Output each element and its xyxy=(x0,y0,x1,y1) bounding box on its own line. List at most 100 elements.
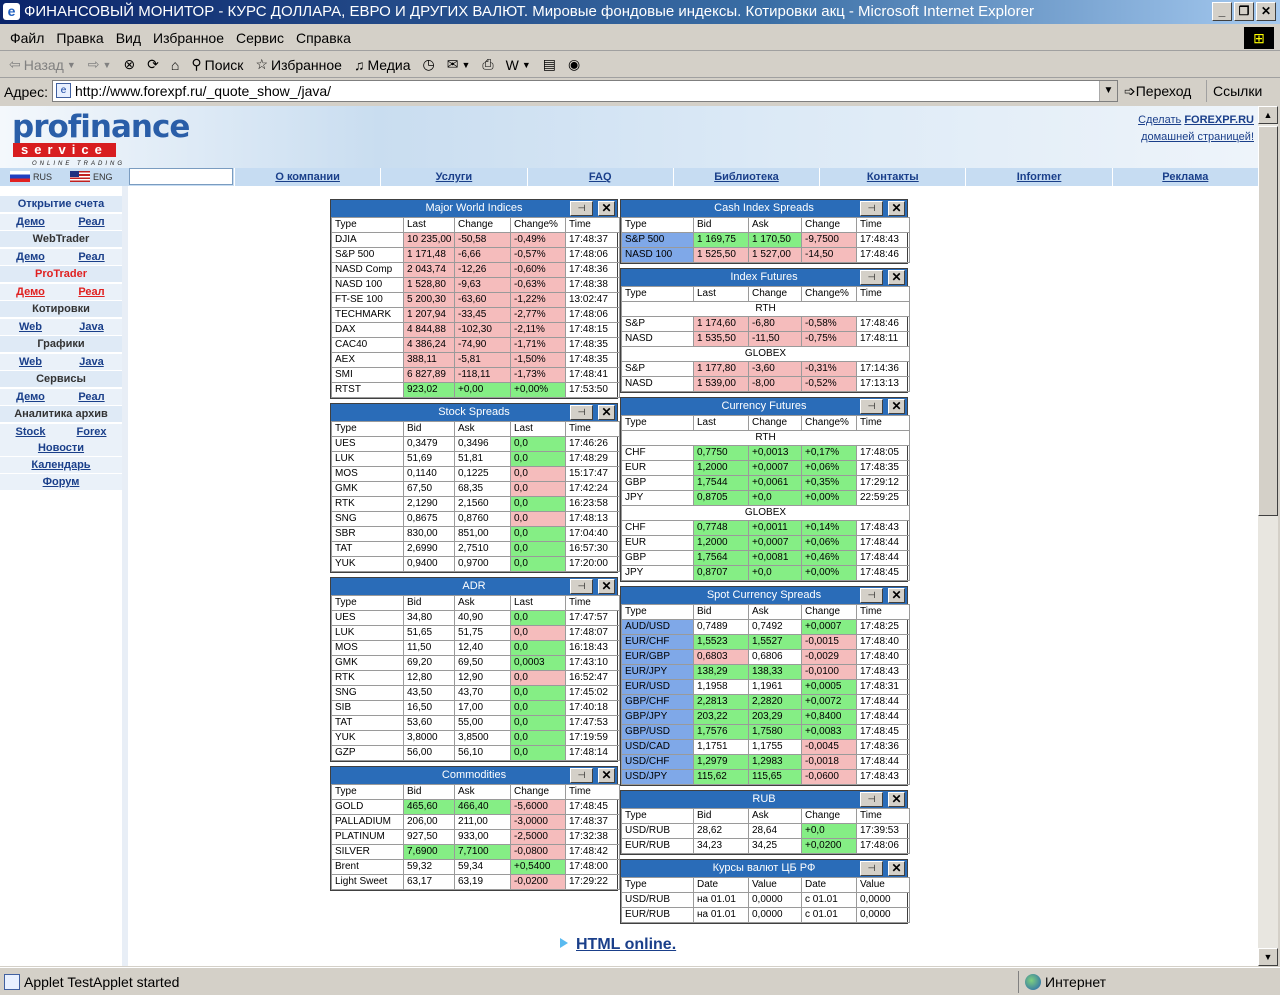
pin-icon[interactable]: ⊣ xyxy=(570,768,593,783)
messenger-button[interactable]: ◉ xyxy=(563,56,585,73)
table-row[interactable]: NASD 100 1 528,80 -9,63 -0,63% 17:48:38 xyxy=(331,277,620,293)
close-icon[interactable]: ✕ xyxy=(598,201,615,216)
back-button[interactable]: ⇦ Назад ▼ xyxy=(4,56,81,73)
table-row[interactable]: GBP 1,7544 +0,0061 +0,35% 17:29:12 xyxy=(621,475,910,491)
close-icon[interactable]: ✕ xyxy=(888,399,905,414)
close-icon[interactable]: ✕ xyxy=(598,768,615,783)
nav-services[interactable]: Услуги xyxy=(380,168,526,186)
table-row[interactable]: SNG 43,50 43,70 0,0 17:45:02 xyxy=(331,685,620,701)
pin-icon[interactable]: ⊣ xyxy=(570,201,593,216)
menu-favorites[interactable]: Избранное xyxy=(147,30,230,46)
table-row[interactable]: AUD/USD 0,7489 0,7492 +0,0007 17:48:25 xyxy=(621,619,910,635)
scroll-down-button[interactable]: ▼ xyxy=(1258,948,1278,966)
vertical-scrollbar[interactable]: ▲ ▼ xyxy=(1258,106,1278,966)
close-button[interactable]: ✕ xyxy=(1256,2,1276,21)
table-row[interactable]: LUK 51,65 51,75 0,0 17:48:07 xyxy=(331,625,620,641)
sidebar-demo[interactable]: Демо xyxy=(0,214,61,230)
home-button[interactable]: ⌂ xyxy=(166,57,184,73)
table-row[interactable]: FT-SE 100 5 200,30 -63,60 -1,22% 13:02:47 xyxy=(331,292,620,308)
menu-help[interactable]: Справка xyxy=(290,30,357,46)
lang-ru[interactable]: RUS xyxy=(10,171,52,182)
table-row[interactable]: SILVER 7,6900 7,7100 -0,0800 17:48:42 xyxy=(331,844,620,860)
menu-edit[interactable]: Правка xyxy=(50,30,109,46)
scroll-up-button[interactable]: ▲ xyxy=(1258,106,1278,124)
table-row[interactable]: DAX 4 844,88 -102,30 -2,11% 17:48:15 xyxy=(331,322,620,338)
pin-icon[interactable]: ⊣ xyxy=(860,588,883,603)
table-row[interactable]: MOS 11,50 12,40 0,0 16:18:43 xyxy=(331,640,620,656)
discuss-button[interactable]: ▤ xyxy=(538,56,561,73)
site-search-input[interactable] xyxy=(129,168,233,185)
pin-icon[interactable]: ⊣ xyxy=(860,201,883,216)
table-row[interactable]: S&P 1 177,80 -3,60 -0,31% 17:14:36 xyxy=(621,361,910,377)
table-row[interactable]: EUR/CHF 1,5523 1,5527 -0,0015 17:48:40 xyxy=(621,634,910,650)
table-row[interactable]: GZP 56,00 56,10 0,0 17:48:14 xyxy=(331,745,620,761)
sidebar-forum[interactable]: Форум xyxy=(0,474,122,490)
table-row[interactable]: RTK 12,80 12,90 0,0 16:52:47 xyxy=(331,670,620,686)
sidebar-protrader-demo[interactable]: Демо xyxy=(0,284,61,300)
table-row[interactable]: USD/CAD 1,1751 1,1755 -0,0045 17:48:36 xyxy=(621,739,910,755)
table-row[interactable]: S&P 1 174,60 -6,80 -0,58% 17:48:46 xyxy=(621,316,910,332)
table-row[interactable]: LUK 51,69 51,81 0,0 17:48:29 xyxy=(331,451,620,467)
sidebar-forex[interactable]: Forex xyxy=(61,424,122,440)
nav-informer[interactable]: Informer xyxy=(965,168,1111,186)
table-row[interactable]: Light Sweet 63,17 63,19 -0,0200 17:29:22 xyxy=(331,874,620,890)
media-button[interactable]: ♫ Медиа xyxy=(349,57,416,73)
sidebar-stock[interactable]: Stock xyxy=(0,424,61,440)
table-row[interactable]: Brent 59,32 59,34 +0,5400 17:48:00 xyxy=(331,859,620,875)
table-row[interactable]: CHF 0,7748 +0,0011 +0,14% 17:48:43 xyxy=(621,520,910,536)
table-row[interactable]: CAC40 4 386,24 -74,90 -1,71% 17:48:35 xyxy=(331,337,620,353)
address-input[interactable]: e http://www.forexpf.ru/_quote_show_/jav… xyxy=(52,80,1118,102)
table-row[interactable]: PALLADIUM 206,00 211,00 -3,0000 17:48:37 xyxy=(331,814,620,830)
table-row[interactable]: EUR/RUB на 01.01 0,0000 с 01.01 0,0000 xyxy=(621,907,910,923)
table-row[interactable]: NASD Comp 2 043,74 -12,26 -0,60% 17:48:36 xyxy=(331,262,620,278)
sidebar-services-demo[interactable]: Демо xyxy=(0,389,61,405)
close-icon[interactable]: ✕ xyxy=(598,579,615,594)
table-row[interactable]: USD/JPY 115,62 115,65 -0,0600 17:48:43 xyxy=(621,769,910,785)
go-button[interactable]: ➩Переход xyxy=(1124,80,1191,102)
menu-tools[interactable]: Сервис xyxy=(230,30,290,46)
mail-button[interactable]: ✉ ▼ xyxy=(442,56,476,73)
sidebar-charts-web[interactable]: Web xyxy=(0,354,61,370)
table-row[interactable]: SNG 0,8675 0,8760 0,0 17:48:13 xyxy=(331,511,620,527)
nav-about[interactable]: О компании xyxy=(234,168,380,186)
print-button[interactable]: ⎙ xyxy=(477,56,498,73)
sidebar-webtrader-demo[interactable]: Демо xyxy=(0,249,61,265)
table-row[interactable]: GMK 67,50 68,35 0,0 17:42:24 xyxy=(331,481,620,497)
nav-ads[interactable]: Реклама xyxy=(1111,168,1258,186)
minimize-button[interactable]: _ xyxy=(1212,2,1232,21)
forward-button[interactable]: ⇨ ▼ xyxy=(83,56,117,73)
table-row[interactable]: YUK 0,9400 0,9700 0,0 17:20:00 xyxy=(331,556,620,572)
make-homepage-link[interactable]: Сделать FOREXPF.RU домашней страницей! xyxy=(1138,112,1254,146)
table-row[interactable]: EUR/RUB 34,23 34,25 +0,0200 17:48:06 xyxy=(621,838,910,854)
lang-en[interactable]: ENG xyxy=(70,171,113,182)
close-icon[interactable]: ✕ xyxy=(888,201,905,216)
table-row[interactable]: SBR 830,00 851,00 0,0 17:04:40 xyxy=(331,526,620,542)
table-row[interactable]: DJIA 10 235,00 -50,58 -0,49% 17:48:37 xyxy=(331,232,620,248)
history-button[interactable]: ◷ xyxy=(418,56,440,73)
table-row[interactable]: RTK 2,1290 2,1560 0,0 16:23:58 xyxy=(331,496,620,512)
table-row[interactable]: NASD 1 539,00 -8,00 -0,52% 17:13:13 xyxy=(621,376,910,392)
table-row[interactable]: GBP/USD 1,7576 1,7580 +0,0083 17:48:45 xyxy=(621,724,910,740)
table-row[interactable]: UES 0,3479 0,3496 0,0 17:46:26 xyxy=(331,436,620,452)
table-row[interactable]: EUR/USD 1,1958 1,1961 +0,0005 17:48:31 xyxy=(621,679,910,695)
pin-icon[interactable]: ⊣ xyxy=(860,270,883,285)
pin-icon[interactable]: ⊣ xyxy=(570,579,593,594)
sidebar-quotes-web[interactable]: Web xyxy=(0,319,61,335)
html-online-link[interactable]: HTML online. xyxy=(560,936,676,954)
site-logo[interactable]: profinance service ONLINE TRADING xyxy=(12,112,190,168)
table-row[interactable]: JPY 0,8707 +0,0 +0,00% 17:48:45 xyxy=(621,565,910,581)
close-icon[interactable]: ✕ xyxy=(888,270,905,285)
sidebar-services-real[interactable]: Реал xyxy=(61,389,122,405)
favorites-button[interactable]: ☆ Избранное xyxy=(250,56,347,73)
table-row[interactable]: SIB 16,50 17,00 0,0 17:40:18 xyxy=(331,700,620,716)
table-row[interactable]: EUR 1,2000 +0,0007 +0,06% 17:48:35 xyxy=(621,460,910,476)
scroll-thumb[interactable] xyxy=(1258,126,1278,516)
maximize-button[interactable]: ❐ xyxy=(1234,2,1254,21)
sidebar-calendar[interactable]: Календарь xyxy=(0,457,122,473)
table-row[interactable]: TAT 2,6990 2,7510 0,0 16:57:30 xyxy=(331,541,620,557)
close-icon[interactable]: ✕ xyxy=(598,405,615,420)
links-button[interactable]: Ссылки xyxy=(1206,80,1262,102)
sidebar-news[interactable]: Новости xyxy=(0,440,122,456)
edit-button[interactable]: W ▼ xyxy=(501,57,536,73)
table-row[interactable]: CHF 0,7750 +0,0013 +0,17% 17:48:05 xyxy=(621,445,910,461)
